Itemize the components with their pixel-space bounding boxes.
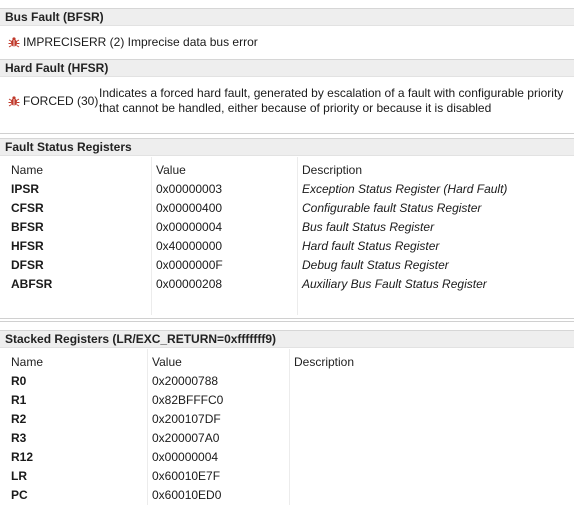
register-value: 0x82BFFFC0 (152, 393, 224, 407)
register-value: 0x00000004 (152, 450, 219, 464)
table-row[interactable]: ABFSR 0x00000208 Auxiliary Bus Fault Sta… (0, 275, 574, 294)
table-row[interactable]: BFSR 0x00000004 Bus fault Status Registe… (0, 218, 574, 237)
table-row[interactable]: CFSR 0x00000400 Configurable fault Statu… (0, 199, 574, 218)
table-row[interactable]: PC 0x60010ED0 (0, 486, 574, 505)
column-header-name[interactable]: Name (11, 161, 43, 180)
hard-fault-lead-text: FORCED (30) (23, 94, 99, 108)
register-name: ABFSR (11, 277, 53, 291)
section-divider (0, 133, 574, 134)
column-header-description[interactable]: Description (294, 353, 354, 372)
section-divider (0, 321, 574, 322)
register-value: 0x00000003 (156, 182, 223, 196)
hard-fault-description: Indicates a forced hard fault, generated… (99, 86, 564, 115)
register-description: Hard fault Status Register (302, 239, 440, 253)
register-name: R2 (11, 412, 27, 426)
register-value: 0x200107DF (152, 412, 221, 426)
stacked-regs-header-row: Name Value Description (0, 353, 574, 372)
register-name: R1 (11, 393, 27, 407)
register-value: 0x00000208 (156, 277, 223, 291)
register-name: BFSR (11, 220, 44, 234)
register-name: HFSR (11, 239, 44, 253)
register-name: IPSR (11, 182, 40, 196)
column-header-value[interactable]: Value (156, 161, 186, 180)
column-header-value[interactable]: Value (152, 353, 182, 372)
register-name: R3 (11, 431, 27, 445)
register-value: 0x60010E7F (152, 469, 221, 483)
register-value: 0x0000000F (156, 258, 223, 272)
table-row[interactable]: LR 0x60010E7F (0, 467, 574, 486)
fault-status-registers-header: Fault Status Registers (0, 138, 574, 156)
register-name: R12 (11, 450, 34, 464)
register-value: 0x00000400 (156, 201, 223, 215)
register-name: LR (11, 469, 27, 483)
table-row[interactable]: R2 0x200107DF (0, 410, 574, 429)
register-name: DFSR (11, 258, 44, 272)
register-value: 0x200007A0 (152, 431, 220, 445)
bug-icon (8, 95, 20, 107)
column-header-name[interactable]: Name (11, 353, 43, 372)
bus-fault-header: Bus Fault (BFSR) (0, 8, 574, 26)
table-row[interactable]: R3 0x200007A0 (0, 429, 574, 448)
register-name: R0 (11, 374, 27, 388)
column-header-description[interactable]: Description (302, 161, 362, 180)
register-value: 0x20000788 (152, 374, 219, 388)
bus-fault-entry[interactable]: IMPRECISERR (2) Imprecise data bus error (8, 35, 258, 50)
register-description: Debug fault Status Register (302, 258, 449, 272)
register-description: Bus fault Status Register (302, 220, 435, 234)
bus-fault-entry-text: IMPRECISERR (2) Imprecise data bus error (23, 35, 258, 49)
register-value: 0x00000004 (156, 220, 223, 234)
stacked-registers-header: Stacked Registers (LR/EXC_RETURN=0xfffff… (0, 330, 574, 348)
table-row[interactable]: DFSR 0x0000000F Debug fault Status Regis… (0, 256, 574, 275)
register-description: Exception Status Register (Hard Fault) (302, 182, 508, 196)
fault-regs-header-row: Name Value Description (0, 161, 574, 180)
section-divider (0, 318, 574, 319)
register-value: 0x60010ED0 (152, 488, 222, 502)
hard-fault-header: Hard Fault (HFSR) (0, 59, 574, 77)
register-description: Auxiliary Bus Fault Status Register (302, 277, 487, 291)
bug-icon (8, 36, 20, 48)
table-row[interactable]: IPSR 0x00000003 Exception Status Registe… (0, 180, 574, 199)
table-row[interactable]: R12 0x00000004 (0, 448, 574, 467)
register-name: PC (11, 488, 28, 502)
register-description: Configurable fault Status Register (302, 201, 482, 215)
hard-fault-lead: FORCED (30) (8, 94, 98, 108)
table-row[interactable]: R0 0x20000788 (0, 372, 574, 391)
table-row[interactable]: R1 0x82BFFFC0 (0, 391, 574, 410)
register-name: CFSR (11, 201, 44, 215)
table-row[interactable]: HFSR 0x40000000 Hard fault Status Regist… (0, 237, 574, 256)
register-value: 0x40000000 (156, 239, 223, 253)
